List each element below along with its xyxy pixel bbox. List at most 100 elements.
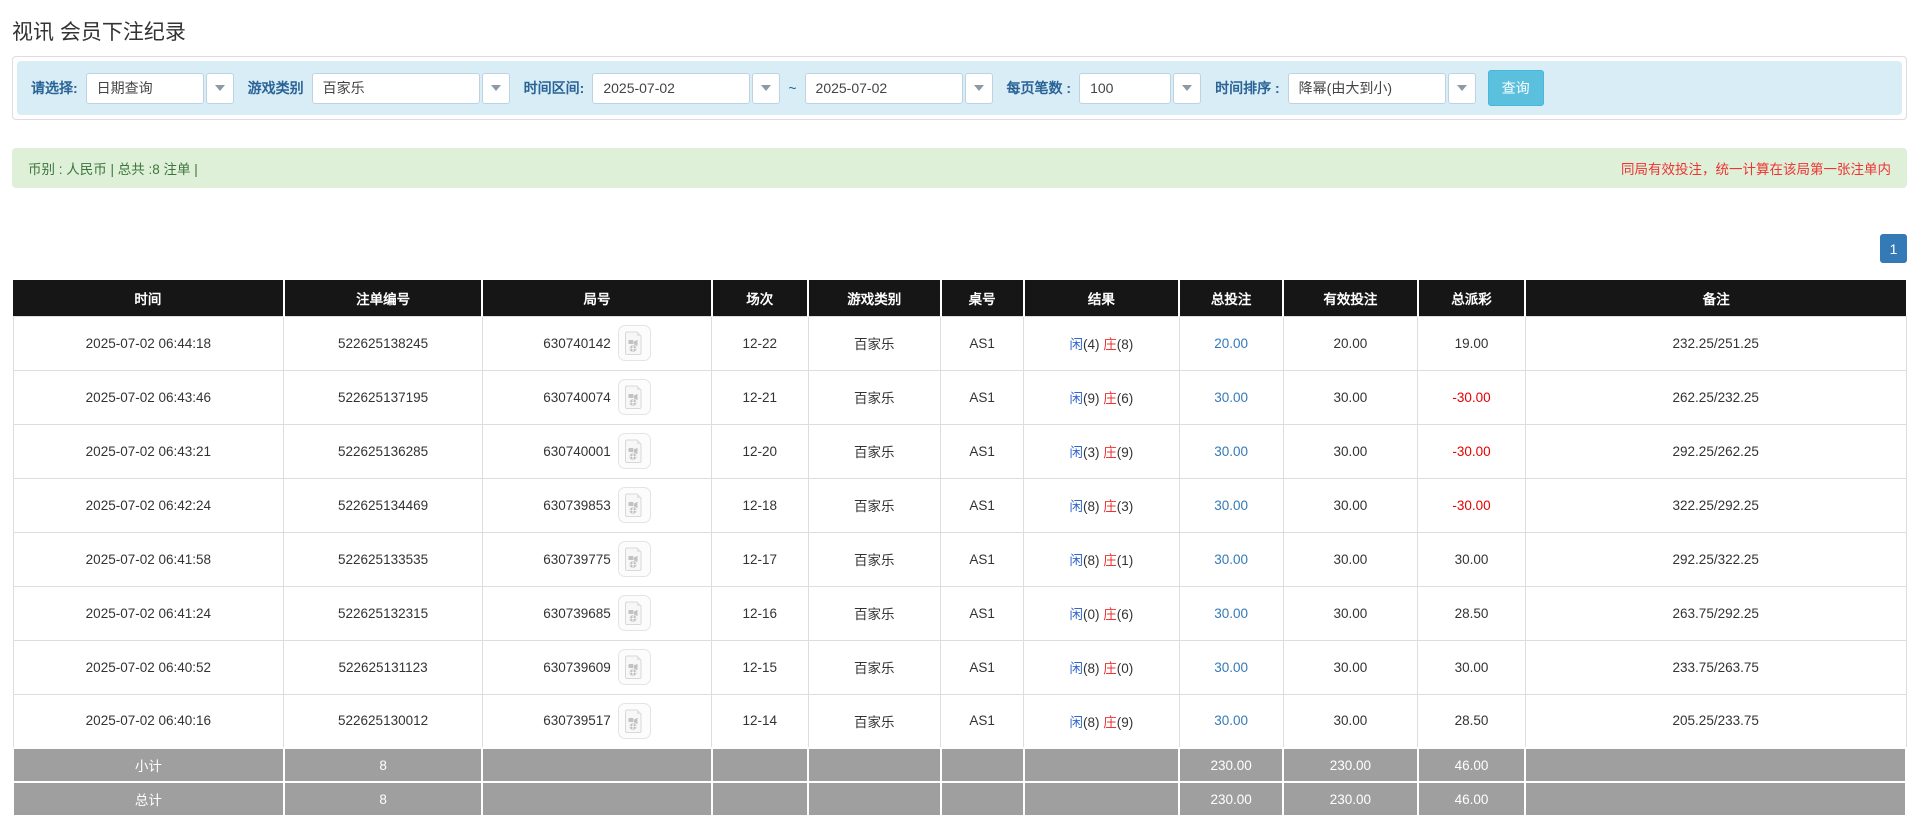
cell-bet-id: 522625138245: [283, 315, 483, 371]
cell-time: 2025-07-02 06:41:58: [12, 531, 285, 587]
header-valid-bet: 有效投注: [1282, 280, 1418, 316]
video-replay-button[interactable]: [617, 487, 651, 523]
chevron-down-icon: [214, 85, 225, 91]
cell-bet-id: 522625133535: [283, 531, 483, 587]
header-result: 结果: [1022, 280, 1180, 316]
banker-result: 庄: [1103, 607, 1117, 622]
cell-time: 2025-07-02 06:41:24: [12, 585, 285, 641]
header-bet-id: 注单编号: [282, 280, 483, 316]
cell-result: 闲(9) 庄(6): [1023, 369, 1180, 425]
cell-round-id: 630739517: [481, 693, 713, 749]
banker-result: 庄: [1103, 553, 1117, 568]
video-replay-button[interactable]: [617, 595, 651, 631]
page-size-caret-button[interactable]: [1173, 72, 1202, 104]
chevron-down-icon: [1182, 85, 1193, 91]
cell-result: 闲(4) 庄(8): [1023, 315, 1180, 371]
date-to-value[interactable]: 2025-07-02: [804, 72, 963, 104]
cell-total-bet: 30.00: [1178, 369, 1284, 425]
total-bet-link[interactable]: 30.00: [1214, 552, 1248, 567]
cell-game-type: 百家乐: [807, 423, 942, 479]
cell-total-bet: 30.00: [1178, 477, 1284, 533]
total-valid-bet: 230.00: [1282, 781, 1419, 817]
video-record-icon: [625, 601, 642, 625]
cell-result: 闲(8) 庄(0): [1023, 639, 1180, 695]
page-size-value[interactable]: 100: [1079, 72, 1172, 104]
banker-result: 庄: [1103, 661, 1117, 676]
video-replay-button[interactable]: [617, 649, 651, 685]
date-from-picker: 2025-07-02: [592, 72, 781, 104]
cell-session: 12-16: [711, 585, 809, 641]
cell-remark: 262.25/232.25: [1524, 369, 1907, 425]
cell-time: 2025-07-02 06:40:16: [12, 693, 285, 749]
cell-valid-bet: 30.00: [1282, 369, 1419, 425]
banker-points: (9): [1116, 445, 1134, 460]
total-bet-link[interactable]: 30.00: [1214, 444, 1248, 459]
cell-session: 12-21: [711, 369, 809, 425]
date-from-caret-button[interactable]: [752, 72, 781, 104]
query-button[interactable]: 查询: [1487, 70, 1544, 106]
page-size-select: 100: [1079, 72, 1202, 104]
page-button-1[interactable]: 1: [1880, 234, 1907, 263]
video-replay-button[interactable]: [617, 325, 651, 361]
sort-value[interactable]: 降幂(由大到小): [1287, 72, 1446, 104]
player-result: 闲: [1069, 337, 1084, 352]
total-bet-link[interactable]: 30.00: [1214, 606, 1248, 621]
chevron-down-icon: [761, 85, 772, 91]
select-label: 请选择:: [31, 80, 78, 96]
cell-table-no: AS1: [940, 369, 1025, 425]
video-record-icon: [625, 547, 642, 571]
game-type-caret-button[interactable]: [481, 72, 510, 104]
cell-valid-bet: 30.00: [1282, 423, 1419, 479]
cell-table-no: AS1: [940, 639, 1025, 695]
cell-valid-bet: 30.00: [1282, 693, 1419, 749]
game-type-value[interactable]: 百家乐: [311, 72, 480, 104]
query-type-caret-button[interactable]: [205, 72, 234, 104]
video-replay-button[interactable]: [617, 433, 651, 469]
total-bet-link[interactable]: 20.00: [1214, 336, 1248, 351]
video-replay-button[interactable]: [617, 541, 651, 577]
cell-payout: 19.00: [1417, 315, 1526, 371]
banker-points: (1): [1116, 553, 1134, 568]
player-points: (8): [1083, 553, 1100, 568]
total-bet-link[interactable]: 30.00: [1214, 660, 1248, 675]
cell-payout: 28.50: [1417, 693, 1526, 749]
cell-time: 2025-07-02 06:43:46: [12, 369, 285, 425]
table-row: 2025-07-02 06:44:18 522625138245 6307401…: [12, 315, 1907, 371]
date-from-value[interactable]: 2025-07-02: [592, 72, 751, 104]
chevron-down-icon: [490, 85, 501, 91]
total-bet-link[interactable]: 30.00: [1214, 390, 1248, 405]
round-id-value: 630740001: [543, 443, 611, 459]
total-bet-link[interactable]: 30.00: [1214, 498, 1248, 513]
date-to-caret-button[interactable]: [964, 72, 993, 104]
player-result: 闲: [1069, 714, 1084, 730]
header-session: 场次: [710, 280, 809, 316]
cell-payout: 30.00: [1417, 639, 1526, 695]
cell-round-id: 630739853: [481, 477, 713, 533]
cell-bet-id: 522625132315: [283, 585, 483, 641]
cell-result: 闲(8) 庄(1): [1023, 531, 1180, 587]
subtotal-label: 小计: [12, 747, 285, 783]
cell-round-id: 630739685: [481, 585, 713, 641]
player-points: (3): [1083, 445, 1100, 460]
cell-bet-id: 522625134469: [283, 477, 483, 533]
cell-remark: 322.25/292.25: [1524, 477, 1907, 533]
total-label: 总计: [12, 781, 285, 817]
round-id-value: 630740074: [543, 389, 611, 405]
total-bet-link[interactable]: 30.00: [1214, 713, 1248, 728]
cell-table-no: AS1: [940, 531, 1025, 587]
round-id-value: 630739517: [543, 713, 611, 729]
video-replay-button[interactable]: [617, 379, 651, 415]
sort-caret-button[interactable]: [1447, 72, 1476, 104]
cell-valid-bet: 30.00: [1282, 477, 1419, 533]
date-range-label: 时间区间:: [523, 80, 585, 96]
page-title: 视讯 会员下注纪录: [12, 21, 186, 44]
chevron-down-icon: [973, 85, 984, 91]
cell-time: 2025-07-02 06:44:18: [12, 315, 285, 371]
header-remark: 备注: [1524, 280, 1906, 316]
query-type-value[interactable]: 日期查询: [85, 72, 204, 104]
total-row: 总计 8 230.00 230.00 46.00: [12, 781, 1907, 817]
cell-round-id: 630740142: [481, 315, 713, 371]
cell-game-type: 百家乐: [807, 369, 942, 425]
cell-total-bet: 20.00: [1178, 315, 1284, 371]
video-replay-button[interactable]: [617, 702, 651, 739]
